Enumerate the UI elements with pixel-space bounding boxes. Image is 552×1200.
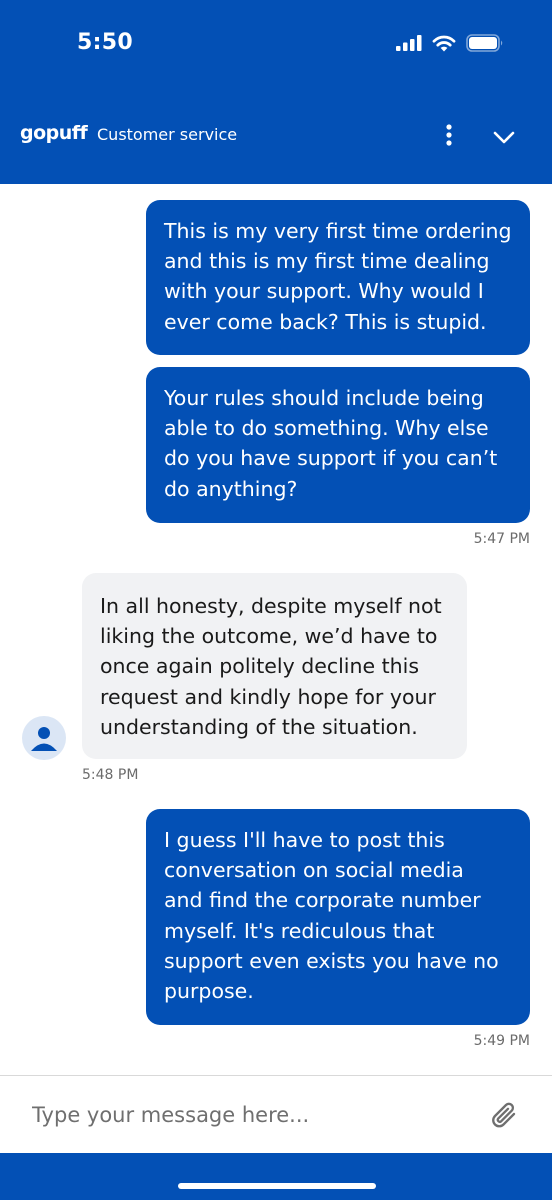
signal-icon bbox=[396, 35, 422, 51]
chat-header: gopuff Customer service bbox=[0, 90, 552, 184]
wifi-icon bbox=[432, 35, 456, 51]
message-line: support even exists you have no bbox=[164, 948, 499, 973]
status-time: 5:50 bbox=[77, 30, 133, 55]
message-line: do you have support if you can’t bbox=[164, 446, 498, 471]
message-line: In all honesty, despite myself not bbox=[100, 594, 442, 618]
message-bubble-outgoing: Your rules should include being able to … bbox=[146, 367, 530, 523]
status-bar: 5:50 bbox=[0, 0, 552, 90]
message-line: and this is my first time dealing bbox=[164, 249, 490, 274]
message-line: request and kindly hope for your bbox=[100, 684, 436, 709]
message-composer bbox=[0, 1075, 552, 1154]
message-timestamp: 5:49 PM bbox=[473, 1033, 530, 1049]
message-bubble-outgoing: This is my very first time ordering and … bbox=[146, 200, 530, 355]
agent-avatar bbox=[22, 716, 66, 760]
more-vertical-icon bbox=[446, 124, 452, 146]
attach-button[interactable] bbox=[490, 1100, 520, 1132]
home-indicator-area bbox=[0, 1153, 552, 1200]
message-line: I guess I'll have to post this bbox=[164, 828, 445, 852]
paperclip-icon bbox=[492, 1102, 516, 1128]
avatar-person-icon bbox=[31, 727, 57, 751]
message-line: and find the corporate number bbox=[164, 888, 481, 913]
message-bubble-outgoing: I guess I'll have to post this conversat… bbox=[146, 809, 530, 1025]
collapse-button[interactable] bbox=[490, 124, 518, 152]
status-icons bbox=[396, 34, 504, 52]
message-input[interactable] bbox=[20, 1090, 484, 1140]
chevron-down-icon bbox=[493, 131, 515, 144]
home-indicator[interactable] bbox=[178, 1183, 376, 1189]
message-line: with your support. Why would I bbox=[164, 279, 484, 304]
message-line: understanding of the situation. bbox=[100, 714, 418, 739]
message-bubble-incoming: In all honesty, despite myself not likin… bbox=[82, 573, 467, 759]
more-options-button[interactable] bbox=[438, 122, 460, 152]
message-line: purpose. bbox=[164, 979, 254, 1004]
message-line: Your rules should include being bbox=[164, 386, 484, 410]
battery-icon bbox=[466, 34, 503, 52]
message-timestamp: 5:48 PM bbox=[82, 767, 139, 783]
brand-logo: gopuff bbox=[20, 122, 88, 144]
message-line: do anything? bbox=[164, 476, 298, 501]
message-line: myself. It's rediculous that bbox=[164, 918, 435, 943]
message-line: once again politely decline this bbox=[100, 654, 420, 679]
header-title: Customer service bbox=[97, 125, 238, 144]
message-line: liking the outcome, we’d have to bbox=[100, 624, 438, 649]
message-line: conversation on social media bbox=[164, 858, 464, 883]
message-line: able to do something. Why else bbox=[164, 416, 489, 441]
message-timestamp: 5:47 PM bbox=[473, 531, 530, 547]
message-line: This is my very first time ordering bbox=[164, 219, 512, 243]
message-line: ever come back? This is stupid. bbox=[164, 309, 487, 334]
